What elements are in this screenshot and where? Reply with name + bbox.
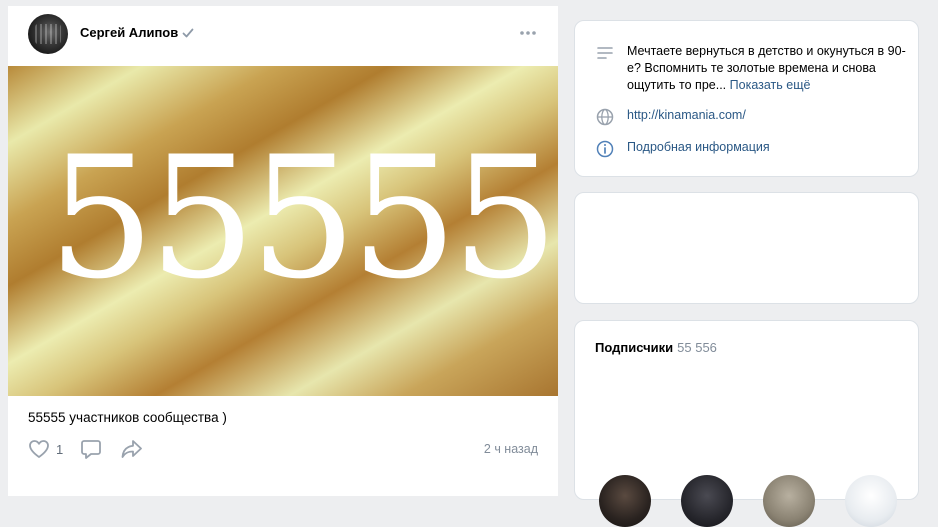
show-more-link[interactable]: Показать ещё — [730, 78, 811, 92]
details-link[interactable]: Подробная информация — [627, 140, 770, 154]
author-name[interactable]: Сергей Алипов — [80, 25, 178, 40]
empty-widget-card — [574, 192, 919, 304]
heart-icon — [29, 440, 49, 458]
post-card: Сергей Алипов 55555 55555 участников соо… — [8, 6, 558, 496]
subscribers-title: Подписчики — [595, 340, 674, 355]
comment-button[interactable] — [80, 438, 102, 460]
subscribers-header[interactable]: Подписчики 55 556 — [595, 340, 717, 355]
subscribers-count: 55 556 — [677, 340, 717, 355]
community-info-card: Мечтаете вернуться в детство и окунуться… — [574, 20, 919, 177]
like-count: 1 — [56, 441, 64, 457]
like-button[interactable]: 1 — [28, 438, 63, 460]
subscribers-card: Подписчики 55 556 — [574, 320, 919, 527]
more-dots-icon[interactable] — [518, 28, 538, 38]
post-image[interactable]: 55555 — [8, 66, 558, 396]
comment-icon — [81, 440, 101, 459]
post-actions: 1 2 ч назад — [28, 438, 538, 462]
description-row: Мечтаете вернуться в детство и окунуться… — [595, 43, 912, 94]
banner-number: 55555 — [48, 120, 558, 316]
verified-check-icon — [182, 28, 194, 38]
website-text: http://kinamania.com/ — [627, 107, 912, 127]
details-row: Подробная информация — [595, 139, 912, 159]
info-circle-icon — [596, 140, 614, 158]
share-icon — [121, 440, 142, 458]
post-header: Сергей Алипов — [28, 14, 538, 54]
website-link[interactable]: http://kinamania.com/ — [627, 108, 746, 122]
share-button[interactable] — [120, 438, 144, 460]
post-time[interactable]: 2 ч назад — [484, 442, 538, 456]
details-text: Подробная информация — [627, 139, 912, 159]
text-lines-icon — [597, 47, 613, 59]
website-row: http://kinamania.com/ — [595, 107, 912, 127]
author-avatar[interactable] — [28, 14, 68, 54]
globe-icon — [596, 108, 614, 126]
post-text: 55555 участников сообщества ) — [28, 410, 227, 425]
community-description: Мечтаете вернуться в детство и окунуться… — [627, 43, 912, 94]
